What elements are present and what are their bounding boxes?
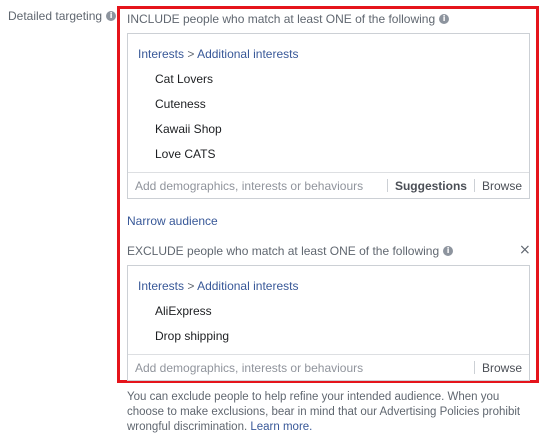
crumb-interests[interactable]: Interests [138, 47, 184, 61]
include-item[interactable]: Cat Lovers [155, 72, 213, 86]
info-icon[interactable]: i [443, 246, 454, 256]
include-box: Interests > Additional interests Cat Lov… [127, 33, 530, 199]
exclude-browse-button[interactable]: Browse [475, 361, 529, 375]
learn-more-link[interactable]: Learn more. [250, 421, 312, 433]
include-breadcrumb: Interests > Additional interests [138, 47, 298, 61]
exclude-box: Interests > Additional interests AliExpr… [127, 265, 530, 381]
exclude-input-row: Add demographics, interests or behaviour… [128, 354, 529, 380]
include-search-input[interactable]: Add demographics, interests or behaviour… [128, 179, 387, 193]
exclude-item[interactable]: Drop shipping [155, 329, 229, 343]
exclude-search-input[interactable]: Add demographics, interests or behaviour… [128, 361, 474, 375]
include-item[interactable]: Love CATS [155, 147, 215, 161]
detailed-targeting-text: Detailed targeting [8, 9, 103, 23]
narrow-audience-link[interactable]: Narrow audience [127, 214, 218, 228]
include-heading: INCLUDE people who match at least ONE of… [127, 12, 450, 26]
exclusion-note: You can exclude people to help refine yo… [127, 390, 537, 435]
include-item[interactable]: Cuteness [155, 97, 206, 111]
crumb-interests[interactable]: Interests [138, 279, 184, 293]
suggestions-button[interactable]: Suggestions [388, 179, 474, 193]
include-browse-button[interactable]: Browse [475, 179, 529, 193]
crumb-separator: > [187, 279, 195, 293]
exclude-breadcrumb: Interests > Additional interests [138, 279, 298, 293]
crumb-additional-interests[interactable]: Additional interests [197, 47, 298, 61]
exclude-heading: EXCLUDE people who match at least ONE of… [127, 244, 454, 258]
exclude-item[interactable]: AliExpress [155, 304, 212, 318]
detailed-targeting-label: Detailed targeting i [8, 9, 117, 23]
crumb-separator: > [187, 47, 195, 61]
info-icon[interactable]: i [106, 11, 117, 21]
include-input-row: Add demographics, interests or behaviour… [128, 172, 529, 198]
include-heading-text: INCLUDE people who match at least ONE of… [127, 12, 436, 26]
exclusion-note-text: You can exclude people to help refine yo… [127, 391, 521, 433]
include-item[interactable]: Kawaii Shop [155, 122, 222, 136]
close-icon[interactable]: × [519, 242, 531, 258]
crumb-additional-interests[interactable]: Additional interests [197, 279, 298, 293]
exclude-heading-text: EXCLUDE people who match at least ONE of… [127, 244, 440, 258]
info-icon[interactable]: i [439, 14, 450, 24]
